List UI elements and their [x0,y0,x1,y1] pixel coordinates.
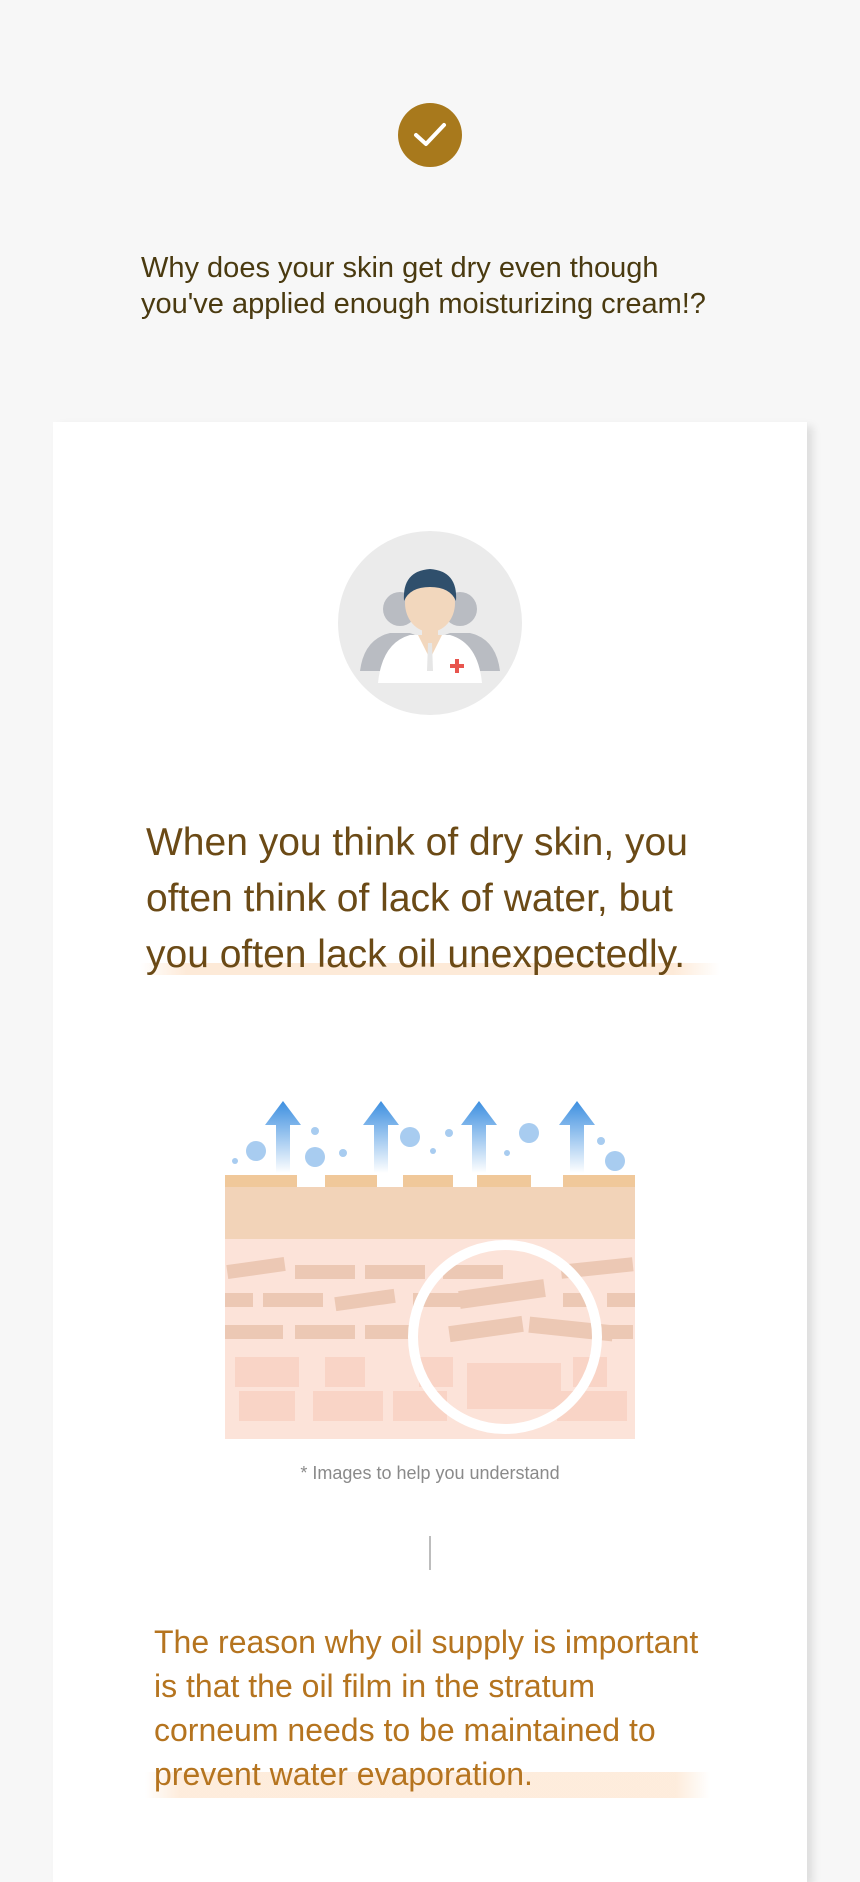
headline-block: When you think of dry skin, you often th… [140,815,720,983]
check-icon [414,123,446,146]
reason-text: The reason why oil supply is important i… [145,1620,710,1796]
reason-line-1: The reason why oil supply is important [154,1624,699,1660]
image-caption: * Images to help you understand [300,1463,560,1483]
reason-line-4: prevent water evaporation. [154,1756,533,1792]
water-droplets [232,1123,625,1171]
skin-layer-evaporation-icon [225,1101,635,1439]
intro-question: Why does your skin get dry even though y… [141,250,781,322]
reason-line-2: is that the oil film in the stratum [154,1668,596,1704]
intro-line-1: Why does your skin get dry even though [141,252,659,284]
headline-line-3: you often lack oil unexpectedly. [146,933,686,976]
doctor-avatar [338,531,522,715]
reason-line-3: corneum needs to be maintained to [154,1712,656,1748]
check-badge [398,103,462,167]
doctor-icon [360,569,500,683]
headline: When you think of dry skin, you often th… [140,815,720,983]
headline-line-2: often think of lack of water, but [146,877,673,920]
reason-block: The reason why oil supply is important i… [145,1620,710,1798]
vertical-divider [429,1536,431,1570]
intro-line-2: you've applied enough moisturizing cream… [141,288,706,320]
headline-line-1: When you think of dry skin, you [146,821,688,864]
